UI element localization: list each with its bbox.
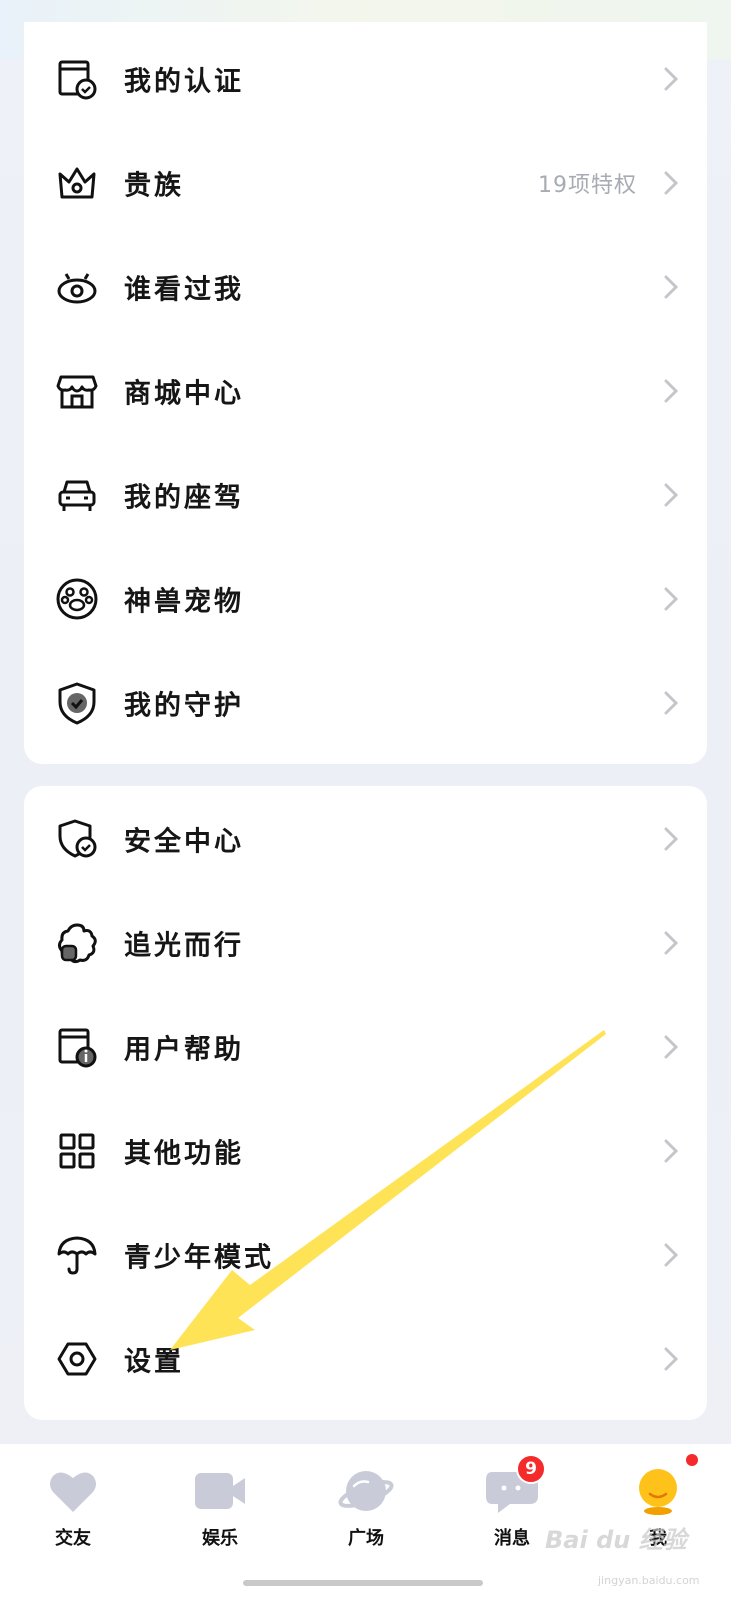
chat-bubble-icon: 9 [484, 1454, 546, 1516]
car-icon [54, 472, 100, 518]
watermark-logo: Bai du 经验 [545, 1526, 687, 1554]
notification-dot [686, 1454, 698, 1466]
menu-item-teen-mode[interactable]: 青少年模式 [24, 1202, 707, 1308]
menu-item-chase-the-light[interactable]: 追光而行 [24, 890, 707, 996]
help-doc-icon [54, 1024, 100, 1070]
tab-label: 娱乐 [202, 1528, 238, 1549]
avatar-icon [630, 1454, 698, 1516]
menu-item-label: 谁看过我 [124, 274, 244, 306]
menu-item-my-guardian[interactable]: 我的守护 [24, 650, 707, 756]
grid-icon [54, 1128, 100, 1174]
menu-item-label: 贵族 [124, 170, 184, 202]
menu-card-primary: 我的认证 贵族 19项特权 谁看过我 商城中心 我的座驾 神兽宠物 我的守护 [24, 22, 707, 764]
chevron-right-icon [664, 931, 679, 955]
menu-item-label: 我的守护 [124, 690, 244, 722]
menu-item-who-viewed-me[interactable]: 谁看过我 [24, 234, 707, 340]
chevron-right-icon [664, 1347, 679, 1371]
menu-item-label: 设置 [124, 1346, 184, 1378]
chevron-right-icon [664, 1139, 679, 1163]
menu-item-mythical-pets[interactable]: 神兽宠物 [24, 546, 707, 652]
menu-item-label: 商城中心 [124, 378, 244, 410]
chevron-right-icon [664, 483, 679, 507]
home-indicator[interactable] [243, 1580, 483, 1586]
chevron-right-icon [664, 1243, 679, 1267]
menu-item-my-certification[interactable]: 我的认证 [24, 26, 707, 132]
paw-icon [54, 576, 100, 622]
heart-icon [45, 1466, 101, 1516]
chevron-right-icon [664, 171, 679, 195]
chevron-right-icon [664, 587, 679, 611]
menu-item-settings[interactable]: 设置 [24, 1306, 707, 1412]
tab-make-friends[interactable]: 交友 [23, 1466, 123, 1566]
tab-square[interactable]: 广场 [316, 1466, 416, 1566]
planet-icon [338, 1466, 394, 1516]
menu-item-my-vehicle[interactable]: 我的座驾 [24, 442, 707, 548]
menu-item-security-center[interactable]: 安全中心 [24, 786, 707, 892]
chevron-right-icon [664, 827, 679, 851]
menu-item-store-center[interactable]: 商城中心 [24, 338, 707, 444]
umbrella-icon [54, 1232, 100, 1278]
unread-badge: 9 [516, 1454, 546, 1484]
eye-icon [54, 264, 100, 310]
menu-item-label: 其他功能 [124, 1138, 244, 1170]
settings-hex-icon [54, 1336, 100, 1382]
menu-item-other-features[interactable]: 其他功能 [24, 1098, 707, 1204]
certificate-icon [54, 56, 100, 102]
menu-item-label: 青少年模式 [124, 1242, 274, 1274]
video-camera-icon [192, 1466, 248, 1516]
menu-item-user-help[interactable]: 用户帮助 [24, 994, 707, 1100]
chevron-right-icon [664, 67, 679, 91]
chevron-right-icon [664, 379, 679, 403]
tab-label: 广场 [348, 1528, 384, 1549]
chevron-right-icon [664, 691, 679, 715]
security-shield-icon [54, 816, 100, 862]
menu-item-label: 安全中心 [124, 826, 244, 858]
privilege-count: 19项特权 [538, 173, 637, 198]
crown-icon [54, 160, 100, 206]
menu-item-nobility[interactable]: 贵族 19项特权 [24, 130, 707, 236]
menu-item-label: 我的认证 [124, 66, 244, 98]
tab-label: 交友 [55, 1528, 91, 1549]
menu-item-label: 追光而行 [124, 930, 244, 962]
menu-card-secondary: 安全中心 追光而行 用户帮助 其他功能 青少年模式 设置 [24, 786, 707, 1420]
shield-check-icon [54, 680, 100, 726]
menu-item-label: 我的座驾 [124, 482, 244, 514]
menu-item-label: 用户帮助 [124, 1034, 244, 1066]
menu-item-label: 神兽宠物 [124, 586, 244, 618]
tab-label: 消息 [494, 1528, 530, 1549]
flower-icon [54, 920, 100, 966]
chevron-right-icon [664, 1035, 679, 1059]
tab-entertainment[interactable]: 娱乐 [170, 1466, 270, 1566]
chevron-right-icon [664, 275, 679, 299]
store-icon [54, 368, 100, 414]
watermark-url: jingyan.baidu.com [598, 1574, 700, 1587]
